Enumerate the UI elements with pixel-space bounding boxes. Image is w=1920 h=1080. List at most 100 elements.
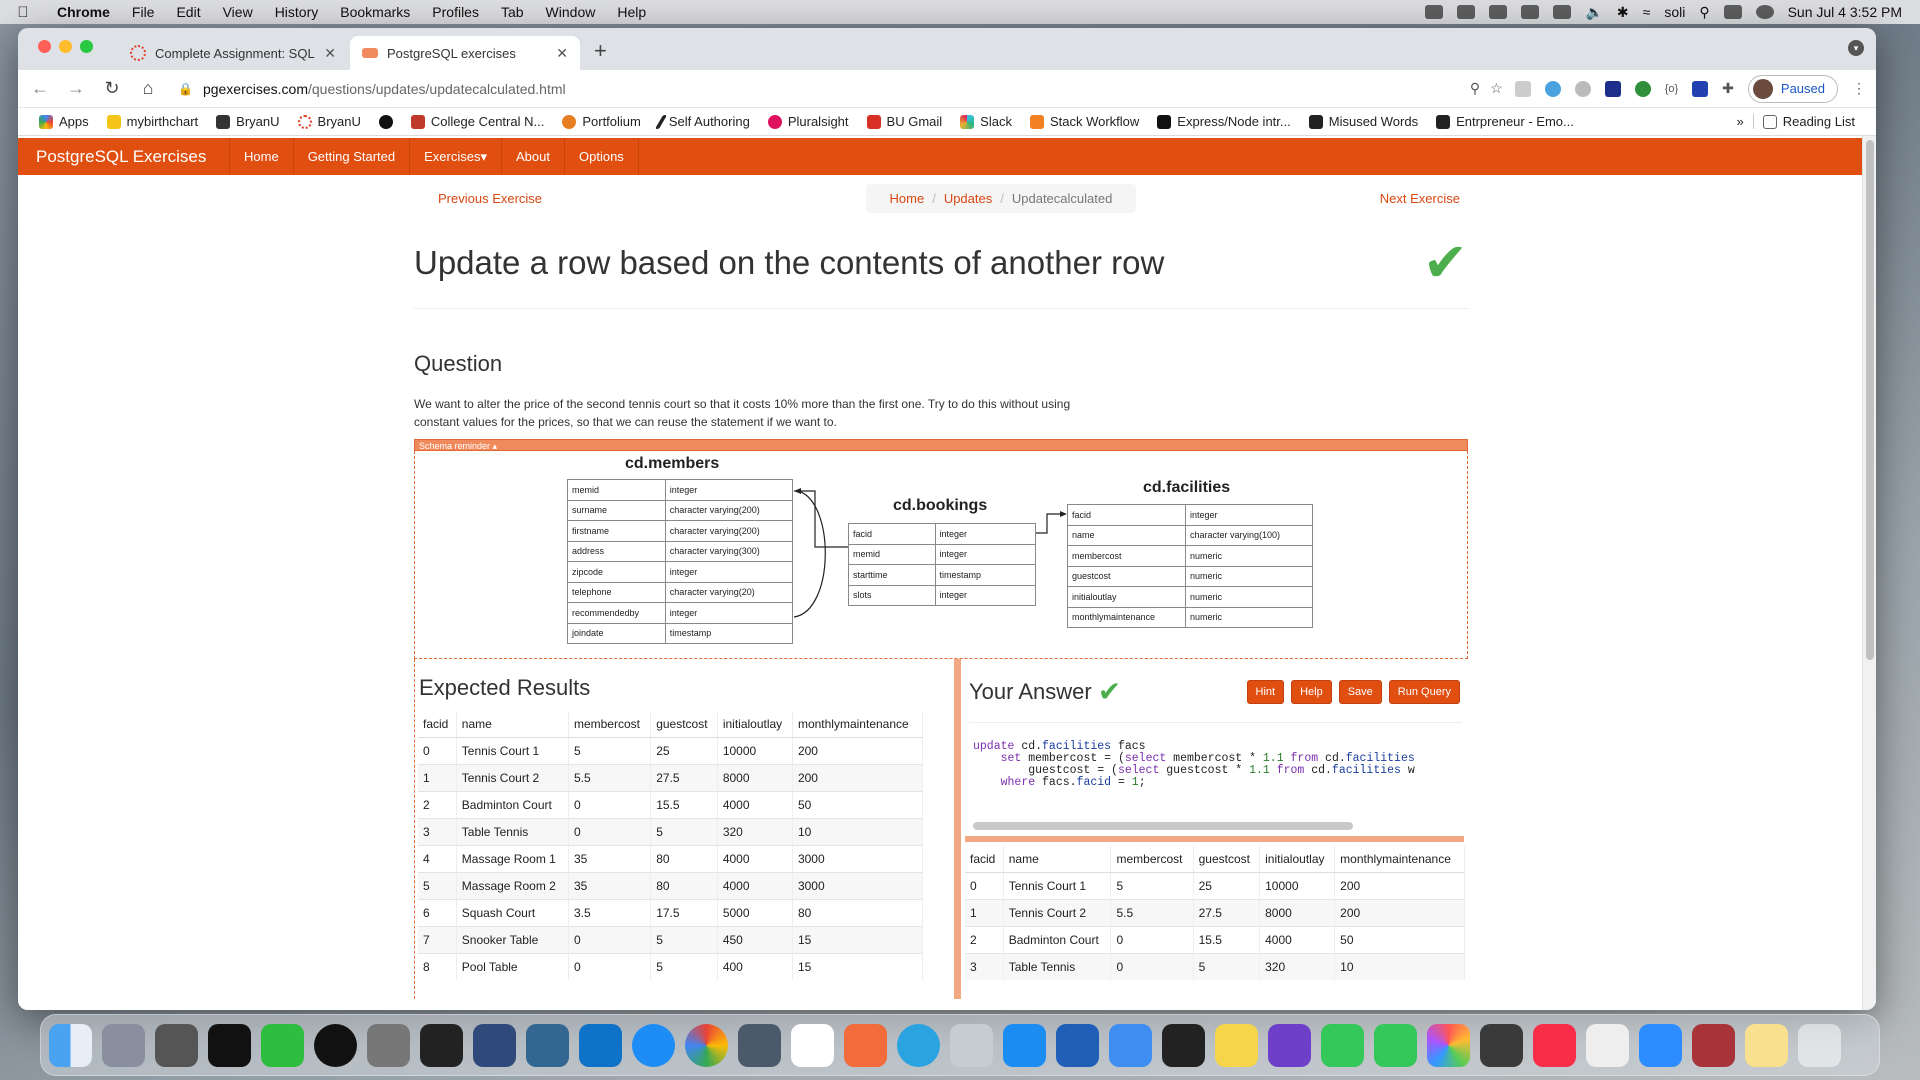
more-bookmarks-button[interactable]: » [1727,114,1752,129]
bookmark-item[interactable]: BU Gmail [858,114,952,129]
nav-about[interactable]: About [502,138,565,175]
menu-help[interactable]: Help [606,4,657,20]
help-button[interactable]: Help [1291,679,1332,704]
voice-memos-icon[interactable] [1162,1023,1205,1067]
slack-icon[interactable] [791,1023,834,1067]
bookmark-item[interactable]: BryanU [207,114,288,129]
bookmark-item[interactable]: Misused Words [1300,114,1427,129]
tab-search-icon[interactable]: ▾ [1848,40,1864,56]
bookmark-item[interactable]: Portfolium [553,114,650,129]
chrome-menu-icon[interactable]: ⋮ [1852,80,1866,97]
reading-list-button[interactable]: Reading List [1752,114,1864,129]
chrome-icon[interactable] [685,1023,728,1067]
finder-icon[interactable] [49,1023,92,1067]
extension-icon[interactable] [1604,80,1621,97]
breadcrumb-home[interactable]: Home [890,191,925,206]
page-scrollbar[interactable] [1862,136,1876,1010]
menu-profiles[interactable]: Profiles [421,4,490,20]
new-tab-icon[interactable]: + [582,38,619,70]
status-icon[interactable] [1521,5,1540,19]
music-icon[interactable] [1533,1023,1576,1067]
app-icon[interactable] [844,1023,887,1067]
rocket-app-icon[interactable] [155,1023,198,1067]
scrollbar-thumb[interactable] [1866,140,1874,660]
dictionary-icon[interactable] [1692,1023,1735,1067]
bookmark-item[interactable]: mybirthchart [98,114,208,129]
bookmark-item[interactable]: BryanU [289,114,370,129]
extension-icon[interactable]: {o} [1665,83,1678,95]
previous-exercise-link[interactable]: Previous Exercise [438,191,542,206]
app-icon[interactable] [950,1023,993,1067]
status-icon[interactable] [1457,5,1476,19]
menu-history[interactable]: History [264,4,330,20]
minimize-window-button[interactable] [59,40,72,53]
app-icon[interactable] [473,1023,516,1067]
mail-icon[interactable] [1109,1023,1152,1067]
menu-view[interactable]: View [212,4,264,20]
system-preferences-icon[interactable] [367,1023,410,1067]
next-exercise-link[interactable]: Next Exercise [1380,191,1460,206]
telegram-icon[interactable] [897,1023,940,1067]
bluetooth-icon[interactable]: ✱ [1617,4,1629,21]
trash-icon[interactable] [1798,1023,1841,1067]
reload-icon[interactable]: ↻ [100,78,124,99]
zoom-window-button[interactable] [80,40,93,53]
extension-icon[interactable] [1634,80,1651,97]
postgresql-elephant-icon[interactable] [526,1023,569,1067]
extension-icon[interactable] [1544,80,1561,97]
nav-options[interactable]: Options [565,138,639,175]
editor-horizontal-scrollbar[interactable] [973,822,1353,830]
spotlight-search-icon[interactable]: ⚲ [1699,4,1709,21]
word-icon[interactable] [1056,1023,1099,1067]
extension-icon[interactable] [1574,80,1591,97]
home-icon[interactable]: ⌂ [136,78,160,99]
safari-icon[interactable] [632,1023,675,1067]
forward-icon[interactable]: → [64,78,88,99]
facetime-icon[interactable] [1374,1023,1417,1067]
app-icon[interactable] [314,1023,357,1067]
nav-exercises-dropdown[interactable]: Exercises▾ [410,138,503,175]
siri-icon[interactable] [1755,5,1774,19]
extension-icon[interactable] [1692,80,1709,97]
bookmark-item[interactable]: Pluralsight [759,114,858,129]
menubar-clock[interactable]: Sun Jul 4 3:52 PM [1788,4,1902,20]
app-icon[interactable] [738,1023,781,1067]
status-icon[interactable] [1425,5,1444,19]
launchpad-icon[interactable] [102,1023,145,1067]
apple-menu-icon[interactable]:  [0,4,46,21]
terminal-icon[interactable] [420,1023,463,1067]
breadcrumb-updates[interactable]: Updates [944,191,992,206]
status-icon[interactable] [1553,5,1572,19]
zoom-icon[interactable] [1639,1023,1682,1067]
address-bar[interactable]: 🔒 pgexercises.com/questions/updates/upda… [172,74,1503,104]
user-name[interactable]: soli [1664,4,1685,20]
bookmark-item[interactable]: Stack Workflow [1021,114,1148,129]
time-machine-icon[interactable] [1489,5,1508,19]
bookmark-item[interactable]: College Central N... [402,114,553,129]
messages-icon[interactable] [1321,1023,1364,1067]
bookmark-item[interactable]: Slack [951,114,1021,129]
close-tab-icon[interactable]: ✕ [556,45,568,62]
extension-icon[interactable] [1514,80,1531,97]
menu-edit[interactable]: Edit [165,4,211,20]
sql-editor[interactable]: update cd.facilities facs set membercost… [969,722,1462,832]
notes-icon[interactable] [1745,1023,1788,1067]
tab-assignment[interactable]: Complete Assignment: SQL Pr ✕ [118,36,348,70]
extensions-puzzle-icon[interactable]: ✚ [1722,80,1734,97]
textedit-icon[interactable] [1586,1023,1629,1067]
control-center-icon[interactable] [1723,5,1742,19]
menu-window[interactable]: Window [535,4,607,20]
stickies-icon[interactable] [1215,1023,1258,1067]
github-desktop-icon[interactable] [1268,1023,1311,1067]
bookmark-item[interactable]: Entrpreneur - Emo... [1427,114,1583,129]
app-store-icon[interactable] [1003,1023,1046,1067]
zoom-icon[interactable]: ⚲ [1470,80,1480,97]
menu-app-name[interactable]: Chrome [46,4,121,20]
app-icon[interactable] [261,1023,304,1067]
site-brand[interactable]: PostgreSQL Exercises [18,138,230,175]
close-tab-icon[interactable]: ✕ [324,45,336,62]
activity-monitor-icon[interactable] [208,1023,251,1067]
pane-resize-handle[interactable] [954,659,961,999]
nav-home[interactable]: Home [230,138,294,175]
calculator-icon[interactable] [1480,1023,1523,1067]
